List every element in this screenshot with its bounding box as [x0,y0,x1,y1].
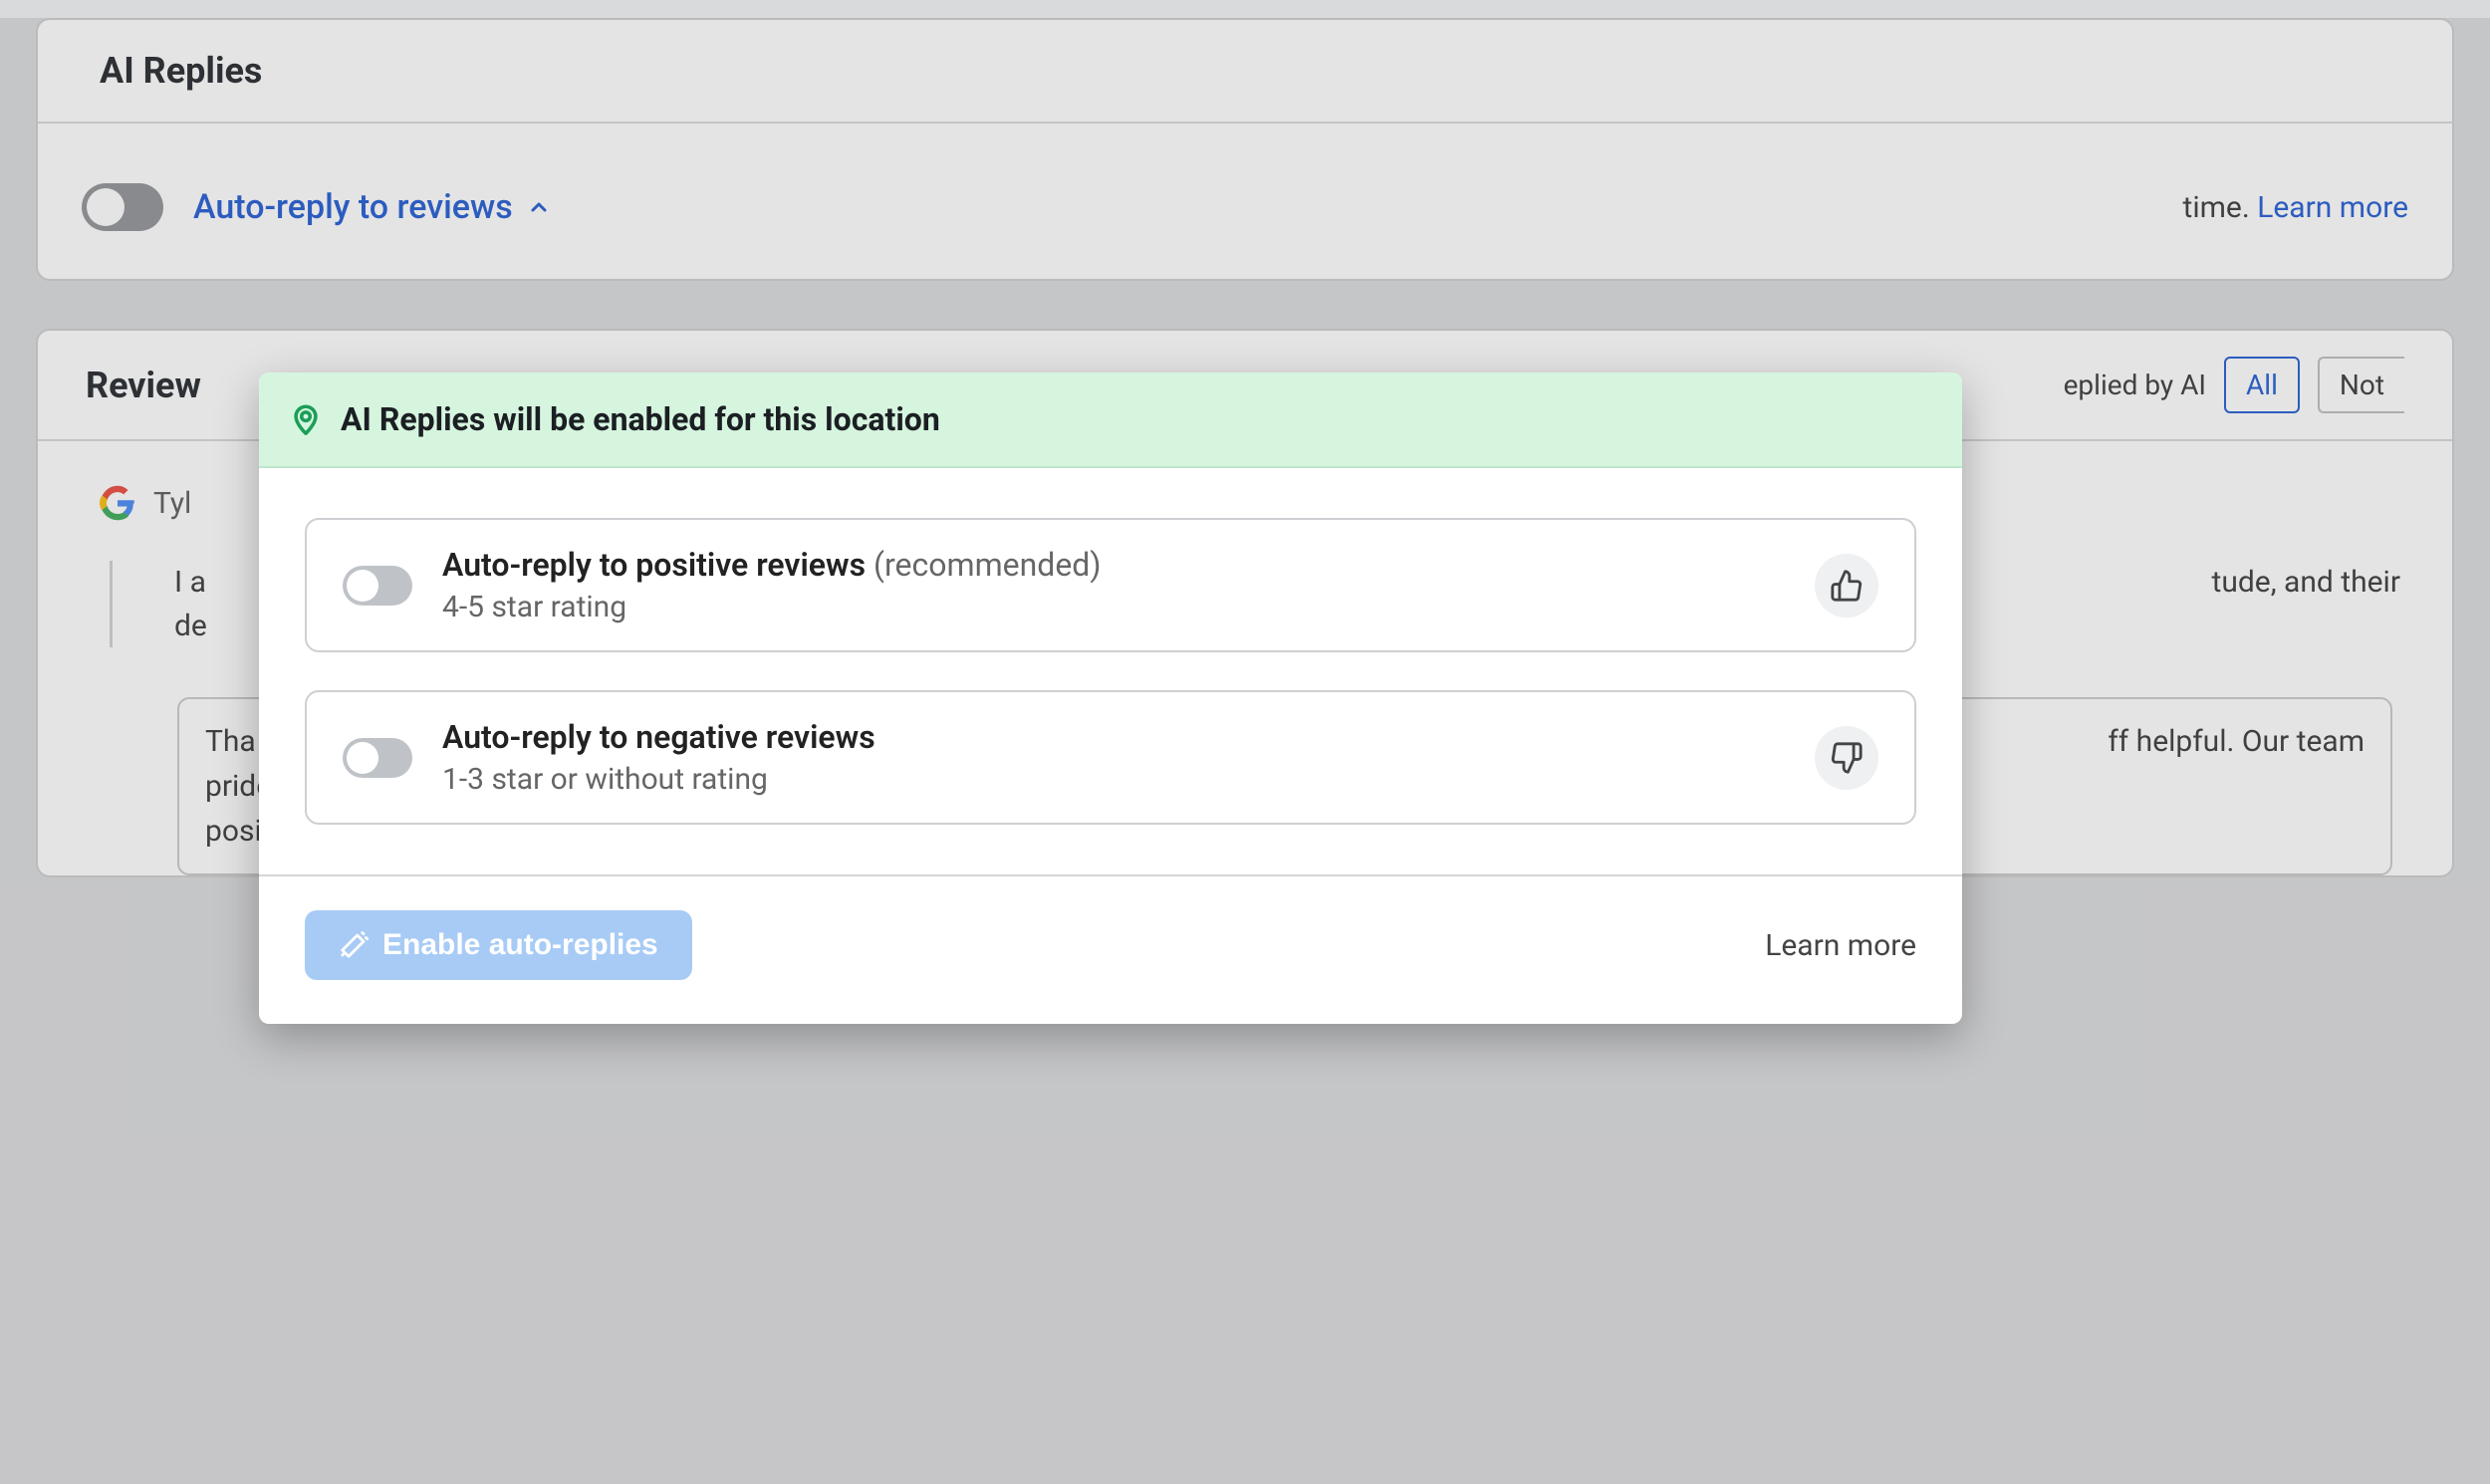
popover-learn-more-link[interactable]: Learn more [1765,928,1916,963]
negative-reviews-toggle[interactable] [343,738,412,778]
popover-banner-text: AI Replies will be enabled for this loca… [341,400,940,438]
ai-replies-title: AI Replies [100,50,2390,92]
learn-more-link[interactable]: Learn more [2257,190,2408,225]
filter-not[interactable]: Not [2318,357,2404,413]
auto-reply-trigger-label: Auto-reply to reviews [193,187,513,227]
popover-footer: Enable auto-replies Learn more [259,876,1962,1024]
enable-auto-replies-button[interactable]: Enable auto-replies [305,910,692,980]
auto-reply-dropdown-trigger[interactable]: Auto-reply to reviews [193,187,551,227]
filter-label-fragment: eplied by AI [2064,369,2206,401]
ai-replies-header: AI Replies [38,20,2452,124]
positive-reviews-toggle[interactable] [343,566,412,606]
negative-option-title: Auto-reply to negative reviews [442,718,1785,756]
positive-option-subtitle: 4-5 star rating [442,590,1785,624]
popover-options: Auto-reply to positive reviews (recommen… [259,468,1962,876]
negative-option-subtitle: 1-3 star or without rating [442,762,1785,797]
auto-reply-trailing-text: time. Learn more [2183,190,2408,225]
popover-banner: AI Replies will be enabled for this loca… [259,372,1962,468]
location-icon [289,402,323,436]
reviews-filter-row: eplied by AI All Not [2064,357,2404,413]
ai-replies-body: Auto-reply to reviews time. Learn more [38,124,2452,279]
reviews-title: Review [86,365,201,406]
auto-reply-popover: AI Replies will be enabled for this loca… [259,372,1962,1024]
review-author-fragment: Tyl [153,486,191,521]
magic-wand-icon [339,930,369,960]
enable-button-label: Enable auto-replies [382,928,658,962]
chevron-up-icon [527,195,551,219]
filter-all[interactable]: All [2224,357,2300,413]
option-negative-reviews: Auto-reply to negative reviews 1-3 star … [305,690,1916,825]
thumbs-down-icon [1815,726,1878,790]
google-icon [100,485,135,521]
ai-replies-card: AI Replies Auto-reply to reviews time. L… [36,18,2454,281]
option-positive-reviews: Auto-reply to positive reviews (recommen… [305,518,1916,652]
thumbs-up-icon [1815,554,1878,618]
positive-option-title: Auto-reply to positive reviews (recommen… [442,546,1785,584]
auto-reply-master-toggle[interactable] [82,183,163,231]
